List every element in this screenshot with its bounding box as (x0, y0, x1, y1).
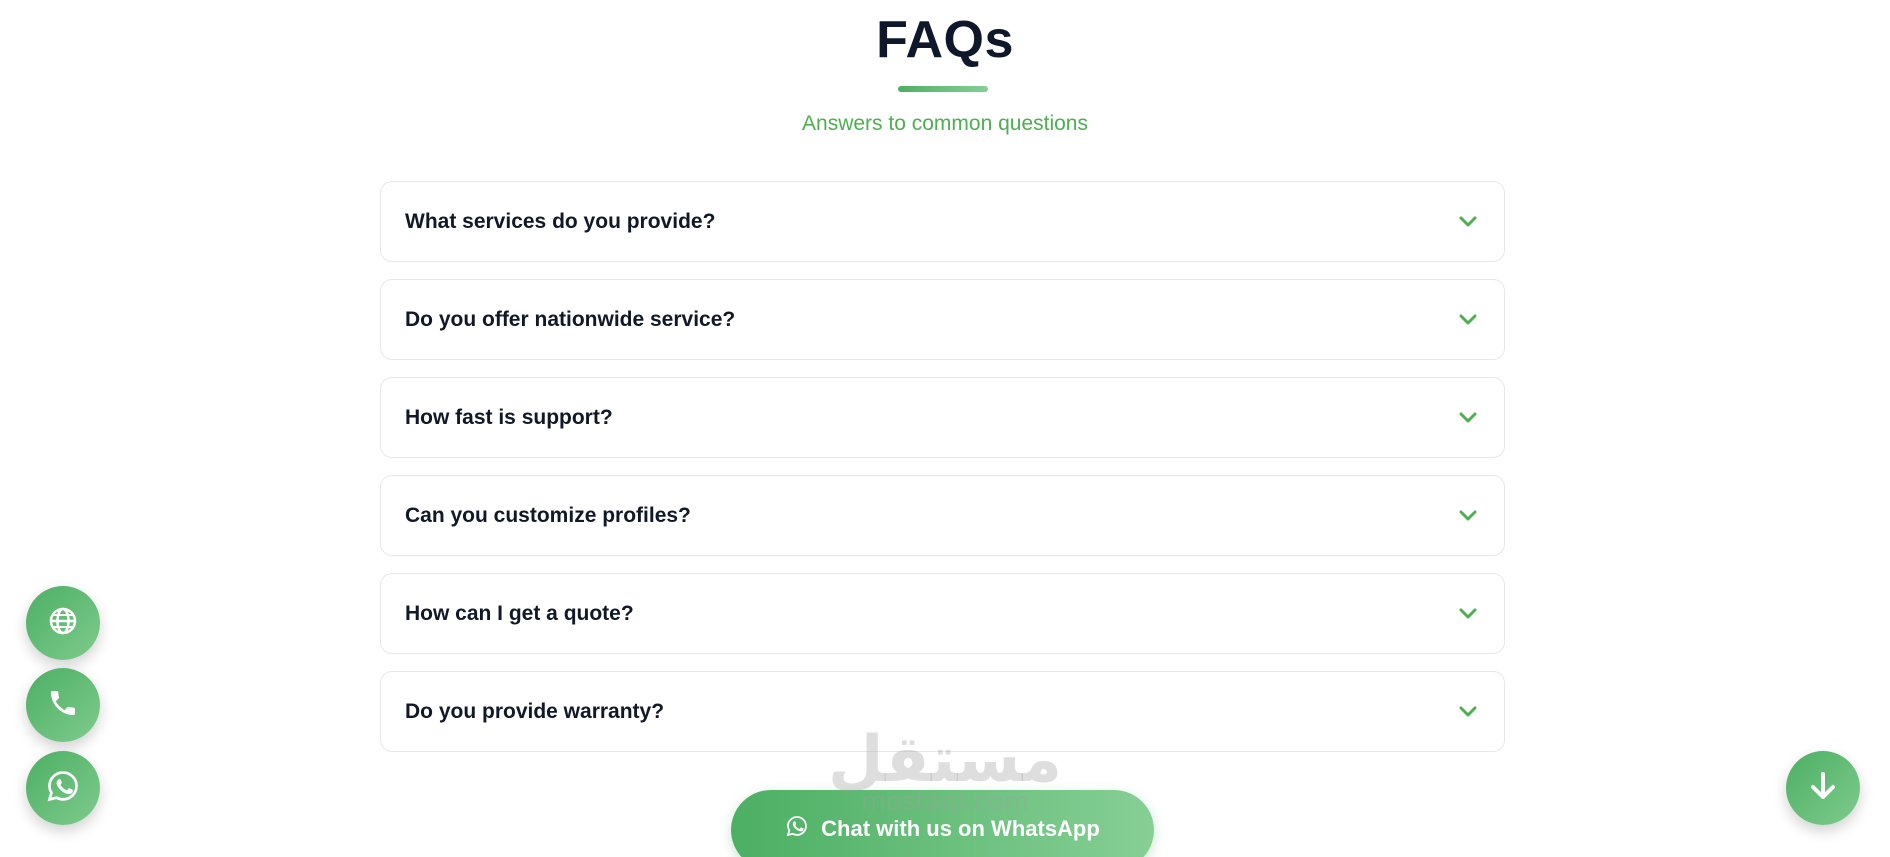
faq-question: What services do you provide? (405, 209, 716, 233)
page-subtitle: Answers to common questions (802, 112, 1088, 135)
language-button[interactable] (26, 586, 100, 660)
call-button[interactable] (26, 668, 100, 742)
whatsapp-chat-label: Chat with us on WhatsApp (821, 815, 1100, 841)
whatsapp-chat-button-content: Chat with us on WhatsApp (785, 814, 1100, 843)
faq-item[interactable]: Do you provide warranty? (380, 671, 1505, 752)
chevron-down-icon (1456, 210, 1480, 234)
faq-item[interactable]: Do you offer nationwide service? (380, 279, 1505, 360)
faq-question: How fast is support? (405, 405, 613, 429)
faq-question: Do you offer nationwide service? (405, 307, 736, 331)
title-underline (898, 86, 988, 92)
faq-item[interactable]: How fast is support? (380, 377, 1505, 458)
chevron-down-icon (1456, 602, 1480, 626)
faq-question: Do you provide warranty? (405, 699, 665, 723)
phone-icon (47, 687, 79, 724)
page-title: FAQs (876, 11, 1014, 69)
arrow-down-icon (1806, 769, 1840, 808)
chevron-down-icon (1456, 406, 1480, 430)
whatsapp-icon (45, 768, 81, 809)
whatsapp-button[interactable] (26, 751, 100, 825)
faq-item[interactable]: What services do you provide? (380, 181, 1505, 262)
chevron-down-icon (1456, 700, 1480, 724)
chevron-down-icon (1456, 504, 1480, 528)
whatsapp-icon (785, 814, 809, 843)
faq-question: How can I get a quote? (405, 601, 634, 625)
chevron-down-icon (1456, 308, 1480, 332)
whatsapp-chat-button[interactable]: Chat with us on WhatsApp (731, 790, 1154, 857)
globe-icon (48, 606, 78, 641)
faq-question: Can you customize profiles? (405, 503, 691, 527)
scroll-down-button[interactable] (1786, 751, 1860, 825)
faq-item[interactable]: How can I get a quote? (380, 573, 1505, 654)
faq-item[interactable]: Can you customize profiles? (380, 475, 1505, 556)
faq-page: FAQs Answers to common questions What se… (0, 0, 1890, 857)
faq-list: What services do you provide? Do you off… (380, 181, 1505, 769)
